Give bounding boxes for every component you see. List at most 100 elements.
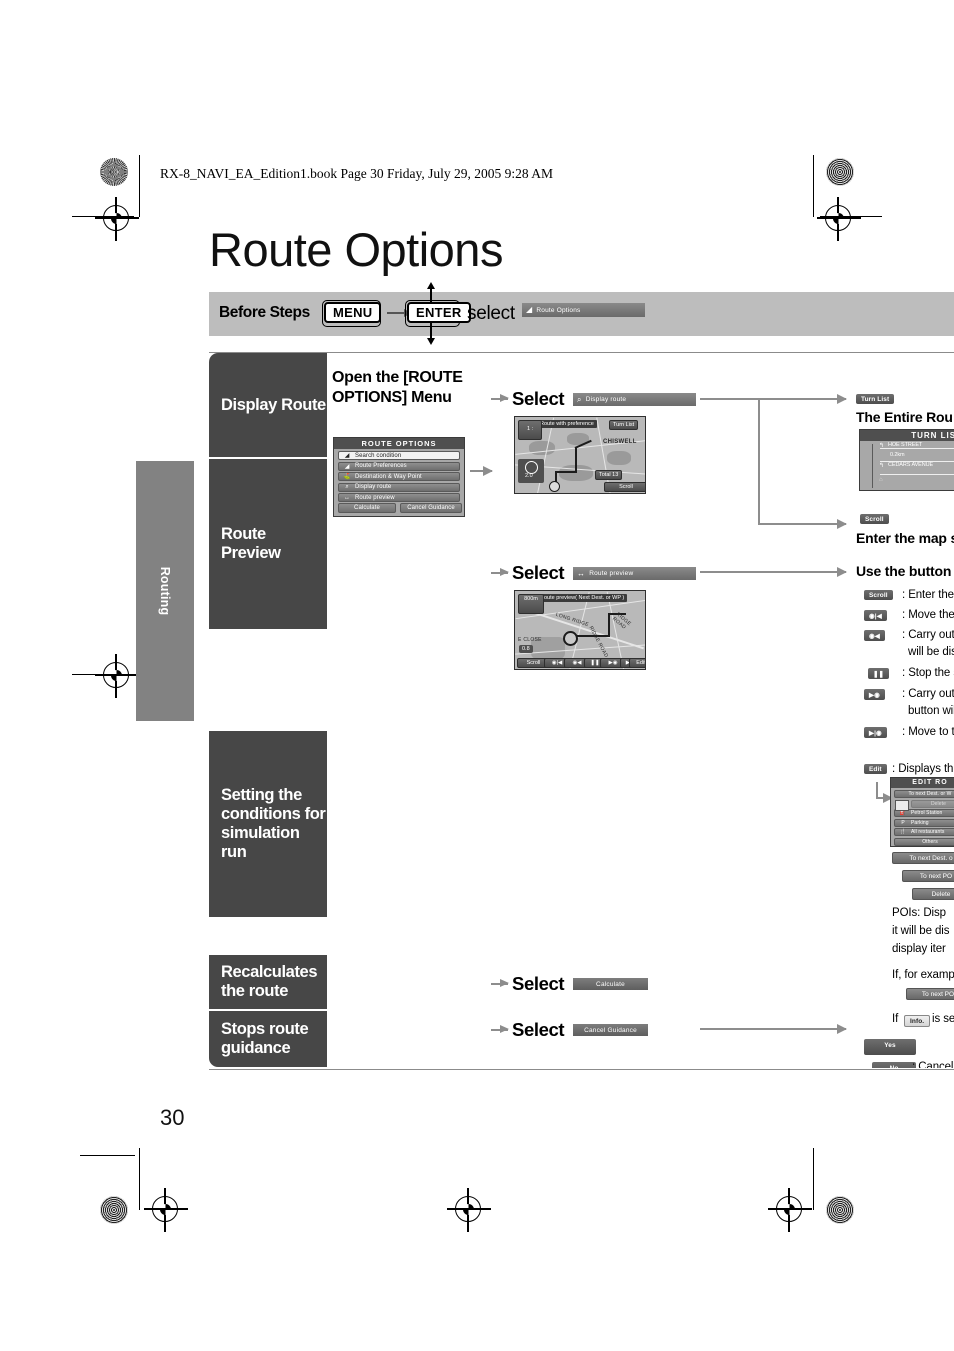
step1-display-route-button[interactable]: ⌕ Display route [573, 393, 696, 406]
poi-paragraph-line-0: POIs: Disp [892, 907, 946, 919]
yes-chip[interactable]: Yes [864, 1039, 916, 1055]
step3-select-label: Select [512, 973, 565, 994]
file-header-text: RX-8_NAVI_EA_Edition1.book Page 30 Frida… [160, 166, 553, 181]
row-label: Route Preferences [355, 463, 407, 469]
menu-key[interactable]: MENU [324, 302, 382, 323]
row-label: Delete [930, 800, 947, 807]
before-steps-label: Before Steps [219, 304, 310, 321]
wide-button-to-next-poi[interactable]: To next PO [902, 870, 954, 882]
home-icon: ⌂ [879, 477, 883, 483]
wide-button-to-next-dest[interactable]: To next Dest. o [892, 852, 954, 864]
button-list-text-4b: button will [908, 705, 954, 717]
step3-button-label: Calculate [596, 980, 625, 988]
step4-select-label: Select [512, 1019, 565, 1040]
select-word: select [467, 303, 515, 324]
map-area-shape [607, 451, 631, 465]
registration-mark-bottom-center [447, 1188, 491, 1232]
no-chip[interactable]: No [872, 1062, 916, 1068]
step4-cancel-guidance-button[interactable]: Cancel Guidance [573, 1024, 648, 1036]
route-options-target-button[interactable]: ◢ Route Options [522, 303, 645, 317]
route-options-row-search-condition[interactable]: ◢ Search condition [338, 451, 460, 460]
route-icon: ◢ [526, 305, 533, 314]
edit-route-row-parking[interactable]: P Parking [894, 818, 954, 827]
map-header-tag: Route with preference [537, 420, 597, 428]
entire-route-heading: The Entire Rou [856, 409, 953, 425]
play-icon[interactable]: ▶◉ [864, 689, 885, 700]
edit-text: : Displays th [892, 763, 954, 775]
pause-icon[interactable]: ❚❚ [868, 668, 890, 679]
step-back-icon[interactable]: ◉◀ [864, 630, 885, 641]
row-label: Display route [355, 484, 392, 490]
print-control-dot-bottom-left [100, 1196, 128, 1224]
rewind-to-start-icon[interactable]: ◉|◀ [864, 610, 887, 621]
sidebar-item-label: Stops route guidance [221, 1020, 309, 1057]
sidebar-item-recalculate[interactable]: Recalculates the route [209, 955, 327, 1009]
sidebar-item-display-route[interactable]: Display Route [209, 353, 327, 457]
scroll-chip-1[interactable]: Scroll [860, 514, 889, 524]
edit-route-row-to-next-dest[interactable]: To next Dest. or W [894, 790, 954, 798]
map-scale-chip: 0.8 [519, 645, 533, 653]
example-button[interactable]: To next PO [906, 988, 954, 1000]
magnifier-icon: ⌕ [577, 394, 582, 404]
enter-key[interactable]: ENTER [407, 302, 471, 323]
map-vehicle-marker [563, 631, 578, 646]
side-tab-routing[interactable]: Routing [136, 461, 194, 721]
row-label: Petrol Station [911, 810, 943, 816]
button-list-text-0: : Enter the [902, 589, 954, 601]
turn-list-progress-arrow [872, 444, 874, 488]
sidebar-item-simulation-conditions[interactable]: Setting the conditions for simulation ru… [209, 731, 327, 917]
map-header-tag: Route preview( Next Dest. or WP ) [537, 594, 628, 602]
map-corner-button[interactable]: 800m [518, 594, 544, 614]
turn-list-row-label: CEDARS AVENUE [888, 462, 934, 468]
before-steps-bar: Before Steps MENU ENTER select ◢ Route O… [209, 282, 954, 345]
route-pref-icon: ◢ [344, 463, 350, 470]
route-options-screen: ROUTE OPTIONS ◢ Search condition ◢ Route… [333, 437, 465, 517]
route-options-row-route-preferences[interactable]: ◢ Route Preferences [338, 461, 460, 471]
print-control-dot-bottom-right [826, 1196, 854, 1224]
menu-to-steps-connector [470, 466, 493, 475]
sidebar-item-stop-guidance[interactable]: Stops route guidance [209, 1011, 327, 1067]
edit-route-row-others[interactable]: Others [894, 837, 954, 846]
turn-list-chip[interactable]: Turn List [856, 394, 895, 404]
total-value: 13 [612, 472, 619, 478]
route-options-footer-cancel-guidance[interactable]: Cancel Guidance [400, 503, 462, 513]
step3-calculate-button[interactable]: Calculate [573, 978, 648, 990]
route-options-row-route-preview[interactable]: ↔ Route preview [338, 493, 460, 502]
route-options-footer-calculate[interactable]: Calculate [338, 503, 396, 513]
map-corner-button[interactable]: 1 : [518, 420, 542, 440]
info-line-prefix: If [892, 1013, 899, 1025]
sidebar-item-label: Display Route [221, 395, 326, 414]
row-label: To next Dest. or W [908, 791, 952, 797]
wide-button-delete[interactable]: Delete [912, 888, 954, 900]
button-list-text-2b: will be disp [908, 646, 954, 658]
skip-to-end-icon[interactable]: ▶|◉ [864, 727, 887, 738]
magnifier-icon: ⌕ [345, 483, 349, 490]
button-list-text-2: : Carry out a [902, 629, 954, 641]
edit-route-row-delete[interactable]: Delete [911, 799, 954, 808]
scroll-chip-2[interactable]: Scroll [864, 590, 893, 600]
sidebar-item-route-preview[interactable]: Route Preview [209, 459, 327, 629]
edit-route-hook-arrow [876, 782, 878, 798]
edit-chip[interactable]: Edit [864, 764, 887, 774]
step2-route-preview-button[interactable]: ↔ Route preview [573, 567, 696, 580]
route-options-row-display-route[interactable]: ⌕ Display route [338, 482, 460, 492]
destination-icon: ⛳ [343, 474, 351, 480]
checkbox[interactable] [895, 800, 909, 811]
turn-list-screen: TURN LIST HOE STREET ↰ 0.2km CEDARS AVEN… [859, 429, 954, 491]
map-turn-list-button[interactable]: Turn List [609, 420, 639, 430]
map-vehicle-marker [549, 481, 560, 492]
trim-line-bottom-left-v [139, 1148, 141, 1210]
edit-route-row-restaurants[interactable]: 🍴 All restaurants [894, 828, 954, 836]
turn-left-icon: ↰ [879, 443, 885, 449]
trim-line-left-top [72, 216, 134, 218]
route-options-screen-title: ROUTE OPTIONS [334, 438, 464, 449]
button-list-text-4: : Carry out a [902, 688, 954, 700]
branch-connector-bottom-arrow [758, 519, 847, 528]
map-scroll-button[interactable]: Scroll [604, 482, 645, 492]
row-label: Parking [911, 819, 929, 826]
step2-button-label: Route preview [589, 570, 634, 577]
preview-edit-button[interactable]: Edit [629, 658, 645, 668]
route-options-row-destination-waypoint[interactable]: ⛳ Destination & Way Point [338, 472, 460, 481]
footer-label: Cancel Guidance [407, 505, 455, 511]
info-chip[interactable]: Info. [904, 1015, 931, 1027]
